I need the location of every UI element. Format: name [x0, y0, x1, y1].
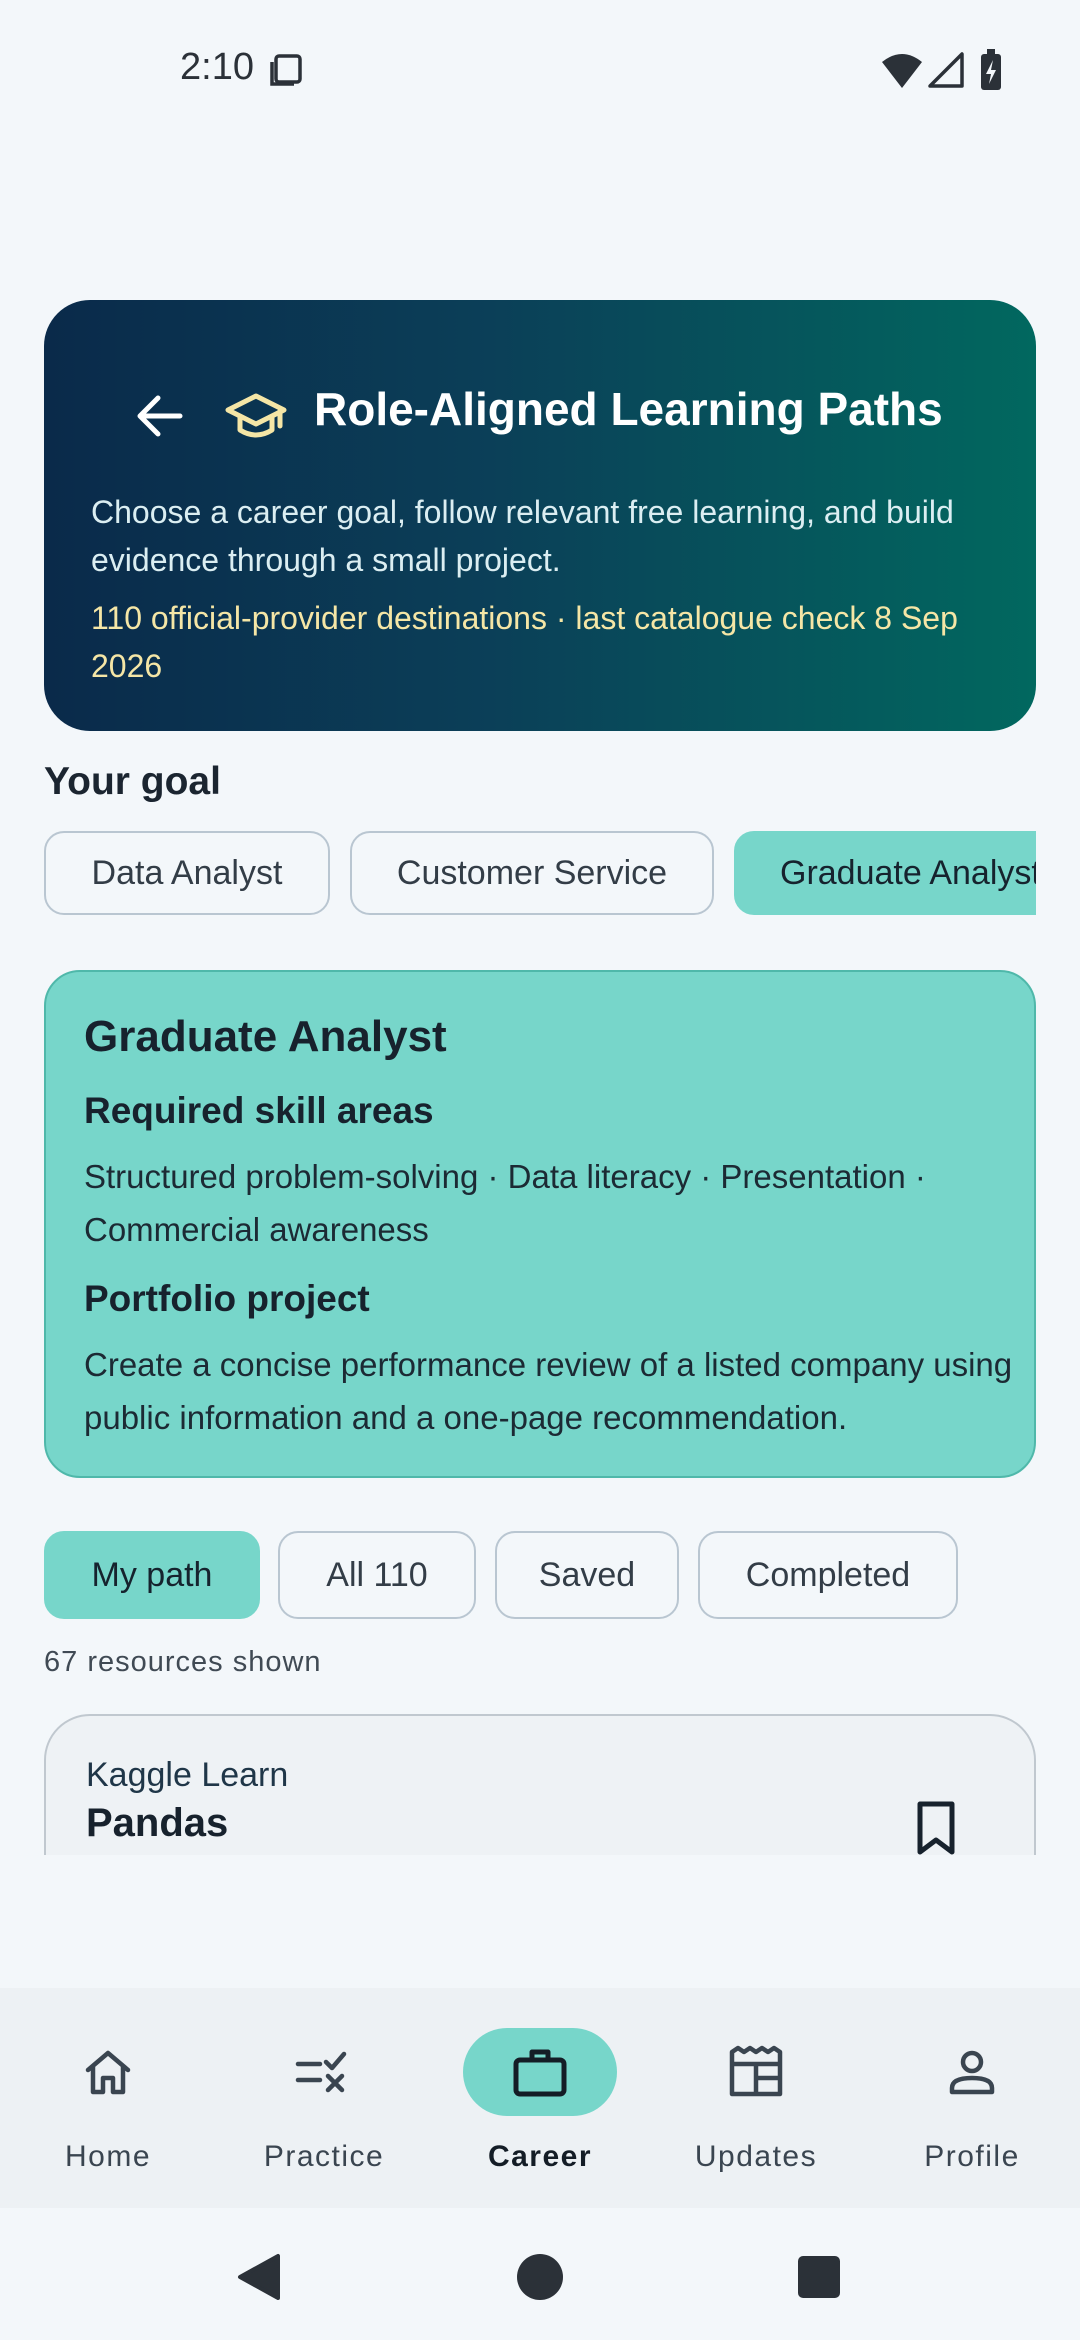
- resource-list[interactable]: Kaggle Learn Pandas: [44, 1714, 1036, 1855]
- newspaper-icon: [679, 2028, 833, 2116]
- goal-chip-graduate-analyst[interactable]: Graduate Analyst: [734, 831, 1036, 915]
- graduation-cap-icon: [225, 393, 287, 438]
- resource-provider: Kaggle Learn: [86, 1756, 289, 1794]
- goal-section-label: Your goal: [44, 760, 221, 803]
- resource-card[interactable]: Kaggle Learn Pandas: [44, 1714, 1036, 1855]
- filter-saved[interactable]: Saved: [495, 1531, 679, 1619]
- catalogue-meta: 110 official-provider destinations · las…: [91, 600, 958, 684]
- nav-career[interactable]: Career: [432, 1988, 648, 2208]
- battery-charging-icon: [981, 49, 1001, 90]
- practice-icon: [247, 2028, 401, 2116]
- resource-title: Pandas: [86, 1801, 229, 1845]
- briefcase-icon: [463, 2028, 617, 2116]
- nav-profile-label: Profile: [924, 2140, 1020, 2173]
- wifi-icon: [882, 54, 922, 88]
- nav-practice[interactable]: Practice: [216, 1988, 432, 2208]
- goal-details-card: Graduate Analyst Required skill areas St…: [44, 970, 1036, 1478]
- filter-all[interactable]: All 110: [278, 1531, 476, 1619]
- home-icon: [31, 2028, 185, 2116]
- bookmark-icon[interactable]: [906, 1798, 966, 1855]
- goal-card-title: Graduate Analyst: [84, 1012, 447, 1061]
- status-bar: 2:10: [0, 0, 1080, 140]
- cellular-signal-icon: [928, 52, 964, 88]
- nav-home[interactable]: Home: [0, 1988, 216, 2208]
- filter-completed[interactable]: Completed: [698, 1531, 958, 1619]
- system-navigation-bar: [0, 2208, 1080, 2340]
- header-banner: Role-Aligned Learning Paths Choose a car…: [44, 300, 1036, 731]
- page-title: Role-Aligned Learning Paths: [314, 383, 943, 435]
- header-description: Choose a career goal, follow relevant fr…: [91, 494, 954, 578]
- goal-chip-row[interactable]: Data Analyst Customer Service Graduate A…: [44, 831, 1036, 921]
- skills-text: Structured problem-solving · Data litera…: [84, 1158, 926, 1248]
- nav-updates[interactable]: Updates: [648, 1988, 864, 2208]
- system-back-icon[interactable]: [234, 2252, 284, 2302]
- screen-record-icon: [270, 54, 302, 86]
- nav-practice-label: Practice: [263, 2140, 385, 2173]
- nav-home-label: Home: [64, 2140, 152, 2173]
- back-arrow-icon[interactable]: [128, 384, 192, 448]
- person-icon: [895, 2028, 1049, 2116]
- resources-count: 67 resources shown: [44, 1646, 322, 1678]
- nav-career-label: Career: [487, 2140, 593, 2173]
- project-text: Create a concise performance review of a…: [84, 1346, 1013, 1436]
- skills-heading: Required skill areas: [84, 1090, 434, 1131]
- system-recents-icon[interactable]: [796, 2254, 842, 2300]
- goal-chip-data-analyst[interactable]: Data Analyst: [44, 831, 330, 915]
- nav-profile[interactable]: Profile: [864, 1988, 1080, 2208]
- filter-my-path[interactable]: My path: [44, 1531, 260, 1619]
- system-home-icon[interactable]: [515, 2252, 565, 2302]
- project-heading: Portfolio project: [84, 1278, 370, 1319]
- nav-updates-label: Updates: [694, 2140, 818, 2173]
- status-time: 2:10: [180, 46, 254, 88]
- bottom-navigation: Home Practice Career Updates Profile: [0, 1988, 1080, 2208]
- goal-chip-customer-service[interactable]: Customer Service: [350, 831, 714, 915]
